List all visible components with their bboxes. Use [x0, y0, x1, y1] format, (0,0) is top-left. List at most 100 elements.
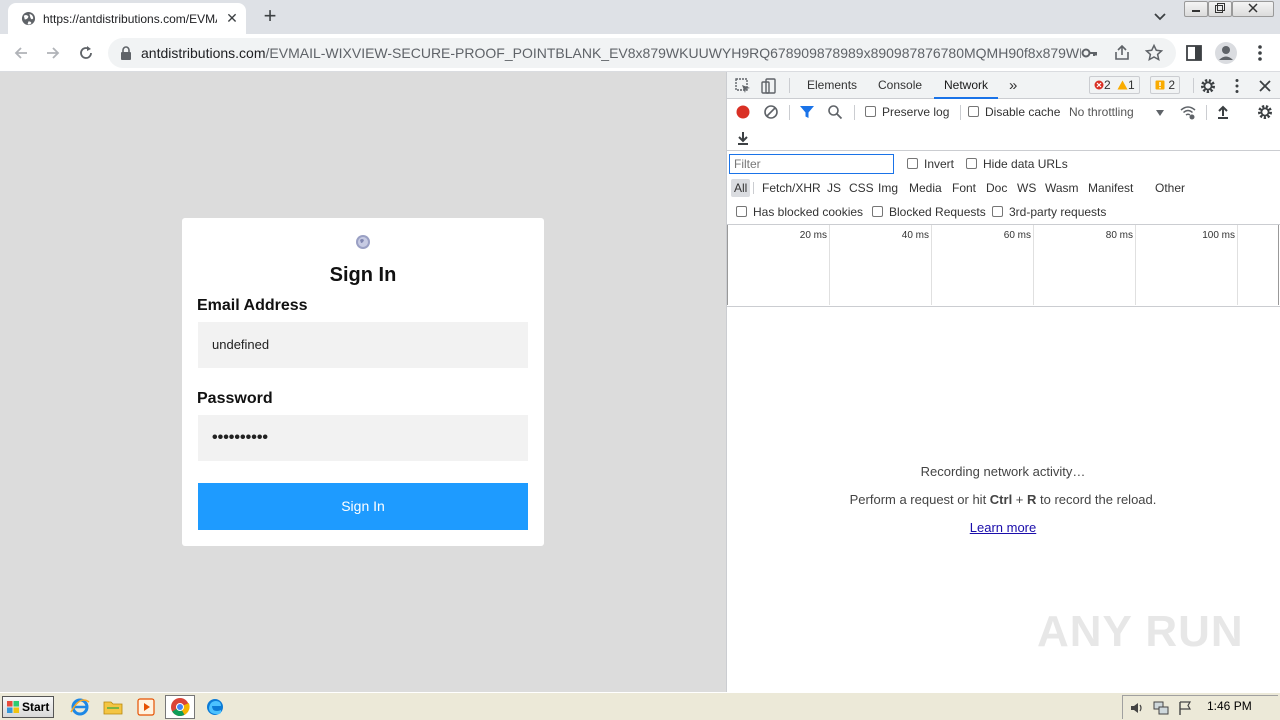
timeline-tick-label: 20 ms: [799, 230, 827, 241]
key-icon[interactable]: [1080, 43, 1100, 63]
timeline-gridline: [931, 225, 932, 305]
filter-input[interactable]: [729, 154, 894, 174]
globe-icon: [356, 235, 370, 249]
devtools-panel: Elements Console Network » 2 1 2 Preserv…: [726, 72, 1280, 692]
inspect-element-icon[interactable]: [734, 77, 752, 95]
network-filter-bar: Invert Hide data URLs All Fetch/XHR JS C…: [727, 151, 1280, 225]
start-label: Start: [22, 700, 50, 714]
invert-label: Invert: [924, 157, 955, 171]
type-filter-font[interactable]: Font: [949, 179, 979, 197]
star-icon[interactable]: [1144, 43, 1164, 63]
new-tab-button[interactable]: +: [258, 5, 282, 28]
timeline-tick-label: 60 ms: [1003, 230, 1031, 241]
lock-icon[interactable]: [120, 46, 132, 60]
search-icon[interactable]: [826, 103, 844, 121]
device-toolbar-icon[interactable]: [760, 77, 778, 95]
type-filter-js[interactable]: JS: [824, 179, 844, 197]
profile-avatar-icon[interactable]: [1214, 41, 1238, 65]
password-label: Password: [197, 390, 273, 407]
volume-icon[interactable]: [1129, 700, 1145, 716]
warning-count: 1: [1128, 78, 1135, 92]
type-filter-css[interactable]: CSS: [846, 179, 877, 197]
password-field[interactable]: ••••••••••: [198, 415, 528, 461]
more-tabs-button[interactable]: »: [1009, 72, 1017, 99]
has-blocked-cookies-checkbox[interactable]: [736, 206, 747, 217]
windows-taskbar: Start 1:46 PM: [0, 692, 1280, 720]
preserve-log-checkbox[interactable]: [865, 106, 876, 117]
reload-button[interactable]: [73, 40, 99, 66]
error-warning-badge[interactable]: 2 1: [1089, 76, 1140, 94]
clock[interactable]: 1:46 PM: [1207, 699, 1252, 713]
third-party-requests-checkbox[interactable]: [992, 206, 1003, 217]
watermark: ANY RUN: [1037, 607, 1244, 656]
has-blocked-cookies-label: Has blocked cookies: [753, 205, 864, 219]
type-filter-manifest[interactable]: Manifest: [1085, 179, 1136, 197]
filter-icon[interactable]: [798, 103, 816, 121]
type-filter-media[interactable]: Media: [906, 179, 945, 197]
address-bar[interactable]: antdistributions.com/EVMAIL-WIXVIEW-SECU…: [108, 38, 1176, 68]
issues-badge[interactable]: 2: [1150, 76, 1181, 94]
type-filter-wasm[interactable]: Wasm: [1042, 179, 1082, 197]
forward-button[interactable]: [40, 40, 66, 66]
page-title: Sign In: [329, 264, 397, 286]
type-filter-fetch-xhr[interactable]: Fetch/XHR: [759, 179, 824, 197]
clear-icon[interactable]: [762, 103, 780, 121]
chrome-taskbar-button[interactable]: [165, 695, 195, 719]
url-text[interactable]: antdistributions.com/EVMAIL-WIXVIEW-SECU…: [141, 38, 1081, 68]
type-filter-doc[interactable]: Doc: [983, 179, 1010, 197]
kebab-menu-icon[interactable]: [1250, 43, 1270, 63]
tab-close-icon[interactable]: ✕: [223, 9, 241, 27]
start-button[interactable]: Start: [2, 696, 54, 718]
gear-icon[interactable]: [1199, 77, 1217, 95]
chevron-down-icon[interactable]: [1150, 8, 1170, 26]
edge-icon[interactable]: [204, 697, 226, 717]
blocked-requests-checkbox[interactable]: [872, 206, 883, 217]
throttling-select[interactable]: No throttling: [1069, 105, 1134, 119]
gear-icon[interactable]: [1256, 103, 1274, 121]
warning-icon: [1117, 80, 1128, 90]
third-party-requests-label: 3rd-party requests: [1009, 205, 1107, 219]
browser-tab[interactable]: https://antdistributions.com/EVMAIL ✕: [8, 3, 246, 34]
separator: [753, 182, 754, 194]
file-explorer-icon[interactable]: [102, 697, 124, 717]
network-icon[interactable]: [1153, 700, 1169, 716]
network-conditions-icon[interactable]: [1179, 103, 1197, 121]
sign-in-button[interactable]: Sign In: [198, 483, 528, 530]
hide-data-urls-checkbox[interactable]: [966, 158, 977, 169]
email-field[interactable]: undefined: [198, 322, 528, 368]
arrow-left-icon: [14, 47, 27, 59]
kebab-menu-icon[interactable]: [1228, 77, 1246, 95]
back-button[interactable]: [8, 40, 34, 66]
tab-network[interactable]: Network: [934, 72, 999, 99]
record-icon[interactable]: [734, 103, 752, 121]
type-filter-img[interactable]: Img: [875, 179, 901, 197]
flag-icon[interactable]: [1177, 700, 1193, 716]
share-icon[interactable]: [1112, 43, 1132, 63]
invert-checkbox[interactable]: [907, 158, 918, 169]
browser-tab-strip: https://antdistributions.com/EVMAIL ✕ +: [0, 0, 1280, 34]
upload-icon[interactable]: [1214, 103, 1232, 121]
download-icon[interactable]: [734, 129, 752, 147]
separator: [1206, 105, 1207, 120]
caret-down-icon[interactable]: [1155, 108, 1165, 118]
internet-explorer-icon[interactable]: [69, 697, 91, 717]
learn-more-row: Learn more: [727, 520, 1279, 535]
network-timeline-overview[interactable]: 20 ms 40 ms 60 ms 80 ms 100 ms: [727, 225, 1280, 307]
side-panel-icon[interactable]: [1184, 43, 1204, 63]
windows-logo-icon: [7, 701, 19, 713]
learn-more-link[interactable]: Learn more: [970, 520, 1036, 535]
timeline-gridline: [1033, 225, 1034, 305]
close-window-button[interactable]: [1232, 1, 1274, 17]
restore-button[interactable]: [1208, 1, 1232, 17]
type-filter-ws[interactable]: WS: [1014, 179, 1039, 197]
type-filter-all[interactable]: All: [731, 179, 751, 197]
timeline-gridline: [727, 225, 728, 305]
tab-console[interactable]: Console: [878, 72, 922, 99]
tab-elements[interactable]: Elements: [807, 72, 857, 99]
close-icon[interactable]: [1256, 77, 1274, 95]
media-player-icon[interactable]: [135, 697, 157, 717]
disable-cache-checkbox[interactable]: [968, 106, 979, 117]
minimize-button[interactable]: [1184, 1, 1208, 17]
arrow-right-icon: [47, 47, 60, 59]
type-filter-other[interactable]: Other: [1152, 179, 1188, 197]
